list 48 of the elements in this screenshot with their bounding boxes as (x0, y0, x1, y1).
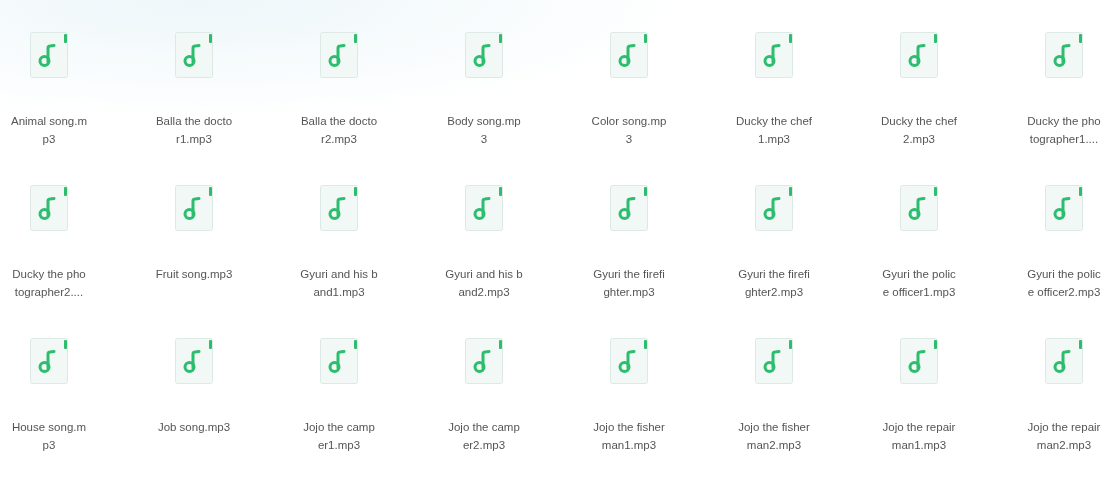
music-file-icon[interactable] (175, 338, 213, 384)
file-name: Gyuri the polic e officer2.mp3 (1027, 267, 1101, 300)
file-name: Ducky the chef 2.mp3 (880, 114, 958, 147)
file-name: Ducky the pho tographer1.... (1027, 114, 1101, 147)
file-name: Body song.mp 3 (447, 114, 521, 147)
file-name: Gyuri the firefi ghter2.mp3 (738, 267, 810, 300)
music-file-icon[interactable] (1045, 185, 1083, 231)
music-file-icon[interactable] (465, 185, 503, 231)
file-name: Jojo the camp er2.mp3 (448, 420, 520, 453)
file-name: Jojo the camp er1.mp3 (303, 420, 375, 453)
music-file-icon[interactable] (755, 185, 793, 231)
music-file-icon[interactable] (175, 185, 213, 231)
file-name: Jojo the repair man2.mp3 (1027, 420, 1101, 453)
music-file-icon[interactable] (30, 32, 68, 78)
music-file-icon[interactable] (1045, 32, 1083, 78)
music-file-icon[interactable] (900, 338, 938, 384)
file-name: Gyuri and his b and1.mp3 (300, 267, 378, 300)
music-file-icon[interactable] (175, 32, 213, 78)
file-name: Ducky the pho tographer2.... (12, 267, 86, 300)
music-file-icon[interactable] (610, 32, 648, 78)
file-name: Color song.mp 3 (591, 114, 667, 147)
file-name: House song.m p3 (11, 420, 87, 453)
music-file-icon[interactable] (755, 338, 793, 384)
file-name: Jojo the fisher man2.mp3 (738, 420, 810, 453)
file-name: Jojo the repair man1.mp3 (882, 420, 956, 453)
file-name: Animal song.m p3 (10, 114, 88, 147)
music-file-icon[interactable] (465, 32, 503, 78)
file-name: Fruit song.mp3 (155, 267, 233, 282)
music-file-icon[interactable] (900, 185, 938, 231)
music-file-icon[interactable] (465, 338, 503, 384)
file-name: Balla the docto r2.mp3 (300, 114, 378, 147)
file-name: Gyuri the polic e officer1.mp3 (882, 267, 956, 300)
music-file-icon[interactable] (1045, 338, 1083, 384)
music-file-icon[interactable] (30, 185, 68, 231)
file-name: Balla the docto r1.mp3 (155, 114, 233, 147)
music-file-icon[interactable] (320, 32, 358, 78)
music-file-icon[interactable] (610, 338, 648, 384)
file-name: Gyuri and his b and2.mp3 (445, 267, 523, 300)
music-file-icon[interactable] (320, 338, 358, 384)
music-file-icon[interactable] (755, 32, 793, 78)
file-name: Jojo the fisher man1.mp3 (593, 420, 665, 453)
music-file-icon[interactable] (320, 185, 358, 231)
music-file-icon[interactable] (610, 185, 648, 231)
music-file-icon[interactable] (30, 338, 68, 384)
file-name: Gyuri the firefi ghter.mp3 (593, 267, 665, 300)
file-name: Ducky the chef 1.mp3 (735, 114, 813, 147)
file-name: Job song.mp3 (157, 420, 231, 435)
music-file-icon[interactable] (900, 32, 938, 78)
